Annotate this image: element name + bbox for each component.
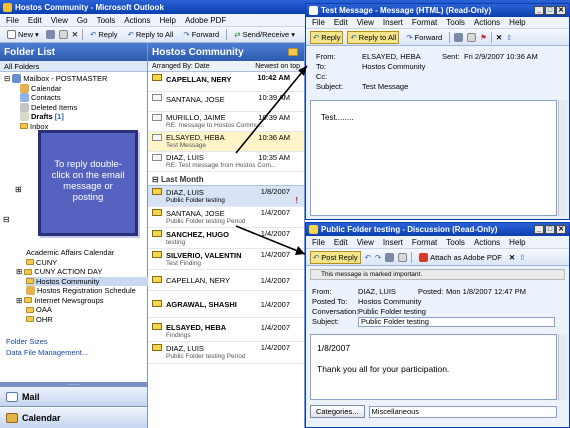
arrow-to-reply — [235, 65, 308, 154]
arrow-to-post-reply — [235, 225, 306, 255]
annotation-arrows — [235, 65, 308, 255]
arrow-head-post-reply — [295, 246, 305, 255]
